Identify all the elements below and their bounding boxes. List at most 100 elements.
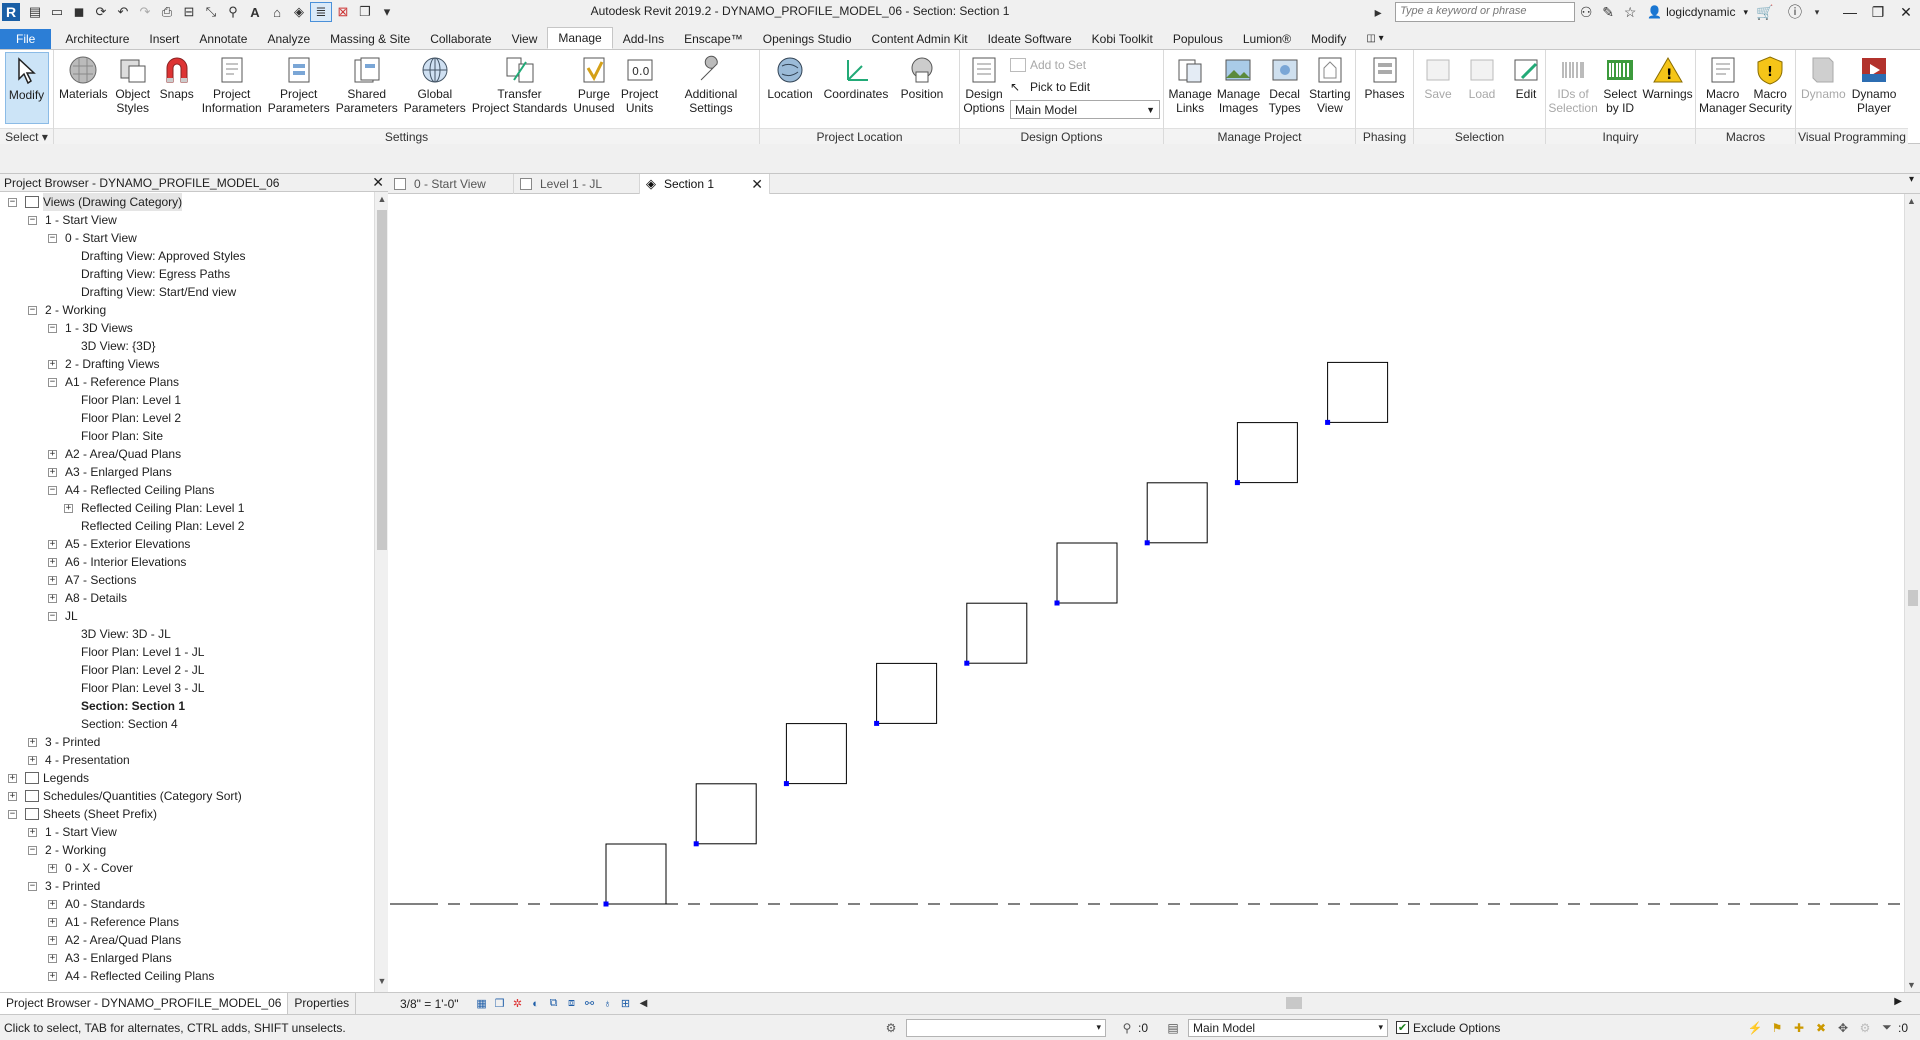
- select-underlay-icon[interactable]: ⚑: [1766, 1019, 1788, 1037]
- drag-elements-icon[interactable]: ✥: [1832, 1019, 1854, 1037]
- save-selection-button[interactable]: Save: [1416, 52, 1460, 128]
- search-input[interactable]: Type a keyword or phrase: [1395, 2, 1576, 22]
- reveal-hidden-icon[interactable]: ♁: [599, 996, 617, 1012]
- detail-level-icon[interactable]: ▦: [473, 996, 491, 1012]
- tab-kobi-toolkit[interactable]: Kobi Toolkit: [1082, 29, 1163, 49]
- design-options-status-icon[interactable]: ▤: [1162, 1019, 1184, 1037]
- tree-item[interactable]: − A4 - Reflected Ceiling Plans: [48, 481, 214, 499]
- tree-item[interactable]: Section: Section 4: [64, 715, 178, 733]
- tree-item[interactable]: + A3 - Enlarged Plans: [48, 949, 172, 967]
- decal-types-button[interactable]: Decal Types: [1263, 52, 1307, 128]
- restore-button[interactable]: ❐: [1864, 1, 1892, 23]
- crop-view-icon[interactable]: ⧉: [545, 996, 563, 1012]
- visual-style-icon[interactable]: ❒: [491, 996, 509, 1012]
- tree-item[interactable]: +3 - Printed: [28, 733, 100, 751]
- print-icon[interactable]: ⎙: [156, 2, 178, 22]
- global-parameters-button[interactable]: Global Parameters: [401, 52, 469, 128]
- expand-icon[interactable]: +: [48, 449, 57, 459]
- collapse-icon[interactable]: −: [28, 215, 37, 225]
- collapse-icon[interactable]: −: [48, 485, 57, 495]
- measure-icon[interactable]: ⊟: [178, 2, 200, 22]
- close-tab-icon[interactable]: ✕: [751, 176, 763, 193]
- tab-add-ins[interactable]: Add-Ins: [613, 29, 674, 49]
- help-dropdown-icon[interactable]: ▾: [1806, 2, 1828, 22]
- section-box[interactable]: [785, 723, 847, 785]
- sync-icon[interactable]: ⟳: [90, 2, 112, 22]
- tree-item[interactable]: −0 - Start View: [48, 229, 137, 247]
- analytical-model-icon[interactable]: ⊞: [617, 996, 635, 1012]
- scroll-left-icon[interactable]: ◀: [635, 996, 653, 1012]
- tag-icon[interactable]: ⚲: [222, 2, 244, 22]
- 3d-view-icon[interactable]: ⌂: [266, 2, 288, 22]
- scroll-up-icon[interactable]: ▲: [1907, 196, 1916, 206]
- tree-item[interactable]: + A0 - Standards: [48, 895, 145, 913]
- filter-icon[interactable]: ⏷: [1876, 1019, 1898, 1037]
- tree-item[interactable]: + A4 - Reflected Ceiling Plans: [48, 967, 214, 985]
- collapse-icon[interactable]: −: [28, 305, 37, 315]
- expand-icon[interactable]: +: [48, 863, 57, 873]
- section-box[interactable]: [966, 602, 1028, 664]
- close-button[interactable]: ✕: [1892, 1, 1920, 23]
- view-scale[interactable]: 3/8" = 1'-0": [388, 997, 473, 1011]
- undo-icon[interactable]: ↶: [112, 2, 134, 22]
- tab-architecture[interactable]: Architecture: [55, 29, 139, 49]
- tree-item[interactable]: +2 - Drafting Views: [48, 355, 159, 373]
- project-browser-scrollbar[interactable]: ▲ ▼: [374, 192, 388, 992]
- macro-manager-button[interactable]: Macro Manager: [1698, 52, 1747, 128]
- exclude-options-toggle[interactable]: ✔ Exclude Options: [1396, 1021, 1500, 1035]
- canvas-vertical-scrollbar[interactable]: ▲ ▼: [1904, 194, 1920, 992]
- text-icon[interactable]: A: [244, 2, 266, 22]
- grip-handle[interactable]: [783, 781, 789, 787]
- tab-collaborate[interactable]: Collaborate: [420, 29, 501, 49]
- modify-button[interactable]: Modify: [4, 52, 49, 124]
- tree-item[interactable]: −2 - Working: [28, 301, 106, 319]
- tree-item[interactable]: + Schedules/Quantities (Category Sort): [8, 787, 242, 805]
- view-tab-start-view[interactable]: 0 - Start View: [388, 174, 514, 194]
- tree-item[interactable]: + A2 - Area/Quad Plans: [48, 931, 181, 949]
- grip-handle[interactable]: [1054, 600, 1060, 606]
- warnings-button[interactable]: ! Warnings: [1642, 52, 1693, 128]
- expand-icon[interactable]: +: [48, 557, 57, 567]
- select-links-icon[interactable]: ⚡: [1744, 1019, 1766, 1037]
- tree-item[interactable]: Floor Plan: Level 1 - JL: [64, 643, 204, 661]
- collapse-icon[interactable]: −: [48, 233, 57, 243]
- pick-to-edit-button[interactable]: ↖ Pick to Edit: [1010, 78, 1160, 96]
- expand-icon[interactable]: +: [8, 791, 17, 801]
- tree-item[interactable]: Reflected Ceiling Plan: Level 2: [64, 517, 244, 535]
- tree-item[interactable]: Drafting View: Egress Paths: [64, 265, 230, 283]
- design-options-button[interactable]: Design Options: [962, 52, 1006, 128]
- grip-handle[interactable]: [1325, 419, 1331, 425]
- workset-icon[interactable]: ⚙: [880, 1019, 902, 1037]
- binoculars-icon[interactable]: ⚇: [1575, 2, 1597, 22]
- scrollbar-thumb[interactable]: [1908, 590, 1918, 606]
- tab-openings-studio[interactable]: Openings Studio: [753, 29, 862, 49]
- section-box[interactable]: [876, 662, 938, 724]
- tree-item[interactable]: + A2 - Area/Quad Plans: [48, 445, 181, 463]
- collapse-icon[interactable]: −: [48, 611, 57, 621]
- snaps-button[interactable]: Snaps: [155, 52, 199, 128]
- expand-icon[interactable]: +: [48, 899, 57, 909]
- user-menu[interactable]: 👤 logicdynamic ▾: [1641, 5, 1754, 19]
- collapse-icon[interactable]: −: [48, 323, 57, 333]
- tree-item[interactable]: −2 - Working: [28, 841, 106, 859]
- revit-logo-icon[interactable]: R: [2, 3, 20, 21]
- design-option-dropdown[interactable]: Main Model ▼: [1010, 100, 1160, 119]
- additional-settings-button[interactable]: Additional Settings: [682, 52, 741, 128]
- tree-item[interactable]: + A6 - Interior Elevations: [48, 553, 186, 571]
- project-information-button[interactable]: Project Information: [199, 52, 265, 128]
- project-parameters-button[interactable]: Project Parameters: [265, 52, 333, 128]
- collapse-icon[interactable]: −: [28, 881, 37, 891]
- tree-item[interactable]: Floor Plan: Level 2: [64, 409, 181, 427]
- workset-dropdown[interactable]: ▾: [906, 1018, 1106, 1037]
- collapse-icon[interactable]: −: [8, 197, 17, 207]
- scroll-right-icon[interactable]: ▶: [1894, 996, 1902, 1007]
- grip-handle[interactable]: [964, 660, 970, 666]
- tab-enscape[interactable]: Enscape™: [674, 29, 753, 49]
- search-expand-icon[interactable]: ▸: [1367, 2, 1389, 22]
- redo-icon[interactable]: ↷: [134, 2, 156, 22]
- section-box[interactable]: [1236, 422, 1298, 484]
- coordinates-button[interactable]: Coordinates: [818, 52, 894, 128]
- phases-button[interactable]: Phases: [1361, 52, 1407, 128]
- section-box[interactable]: [605, 843, 667, 905]
- tree-item[interactable]: Drafting View: Start/End view: [64, 283, 236, 301]
